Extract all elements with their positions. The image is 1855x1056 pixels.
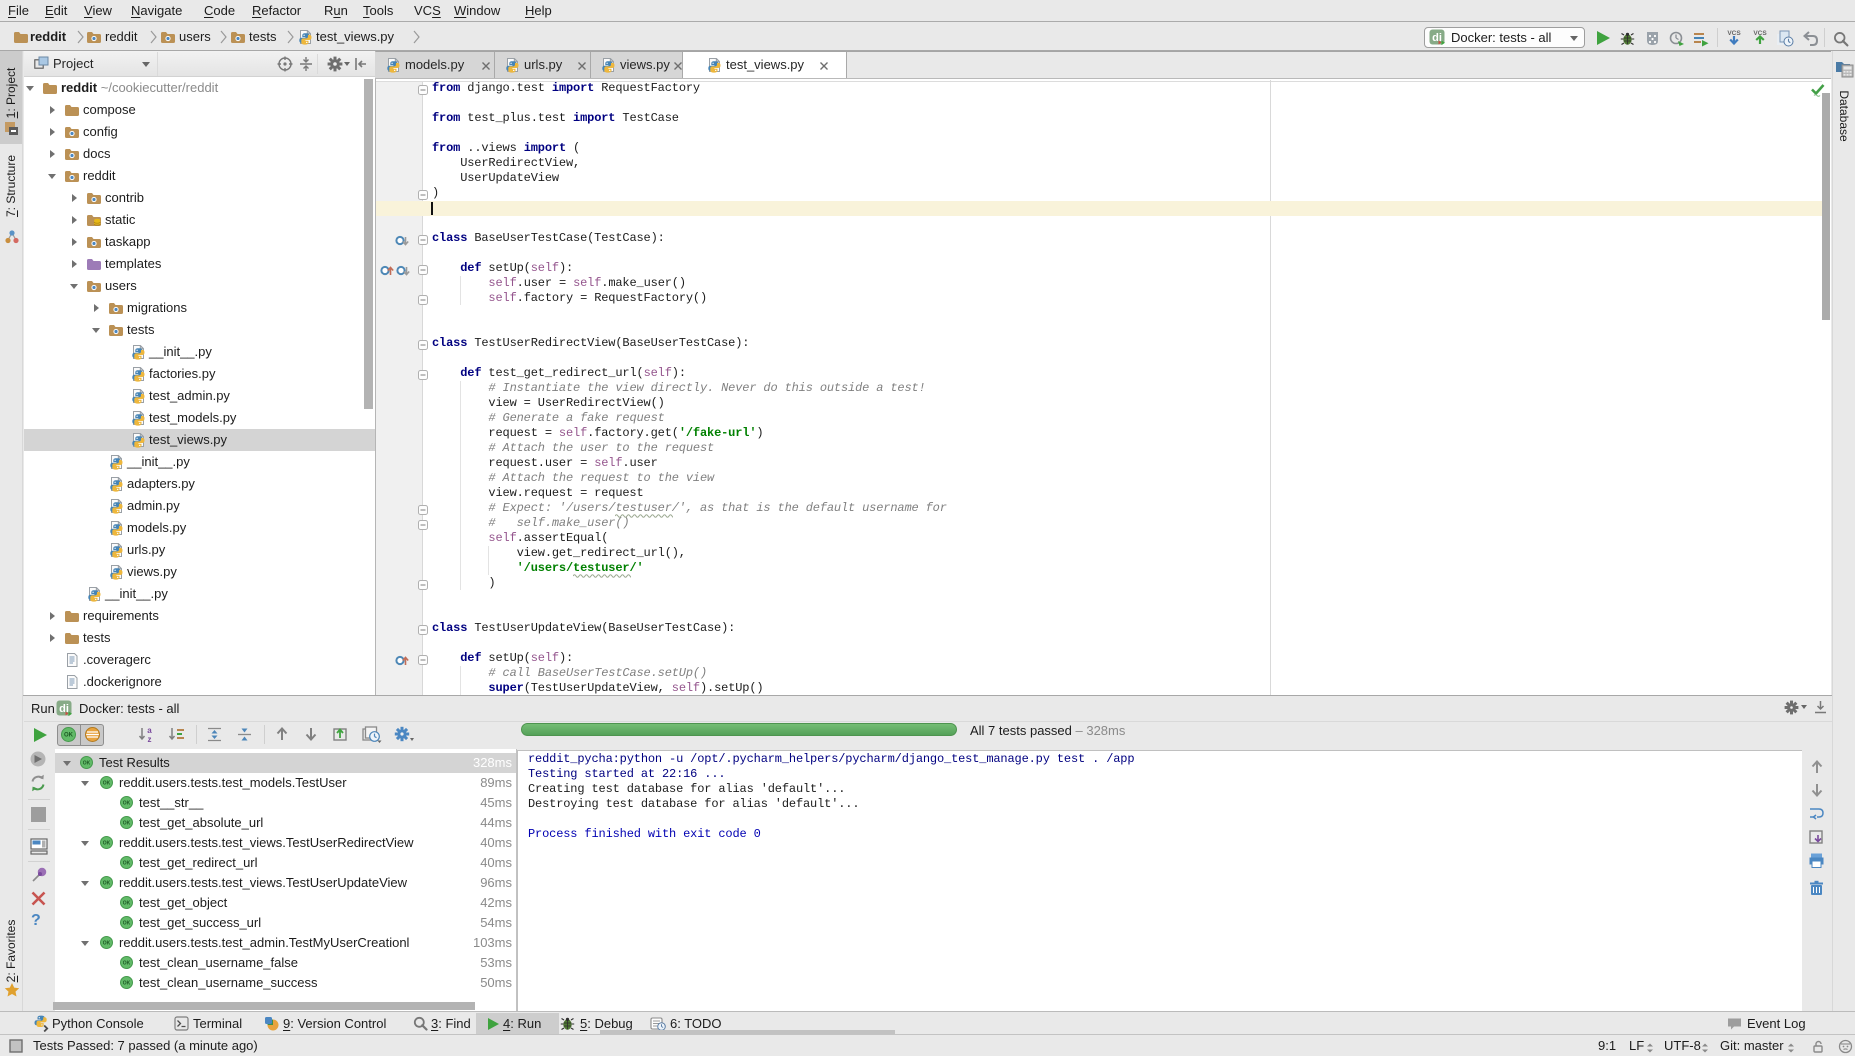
svg-text:OK: OK	[83, 761, 91, 767]
svg-text:OK: OK	[123, 821, 131, 827]
svg-text:OK: OK	[103, 781, 111, 787]
svg-text:OK: OK	[123, 801, 131, 807]
svg-text:OK: OK	[103, 881, 111, 887]
svg-text:OK: OK	[123, 861, 131, 867]
svg-text:OK: OK	[123, 981, 131, 987]
svg-text:a: a	[147, 726, 152, 735]
svg-text:OK: OK	[123, 921, 131, 927]
svg-text:OK: OK	[103, 941, 111, 947]
svg-text:OK: OK	[123, 961, 131, 967]
svg-text:OK: OK	[123, 901, 131, 907]
svg-text:OK: OK	[64, 733, 74, 739]
svg-text:OK: OK	[103, 841, 111, 847]
svg-text:VCS: VCS	[1727, 30, 1741, 37]
svg-text:z: z	[148, 735, 152, 743]
